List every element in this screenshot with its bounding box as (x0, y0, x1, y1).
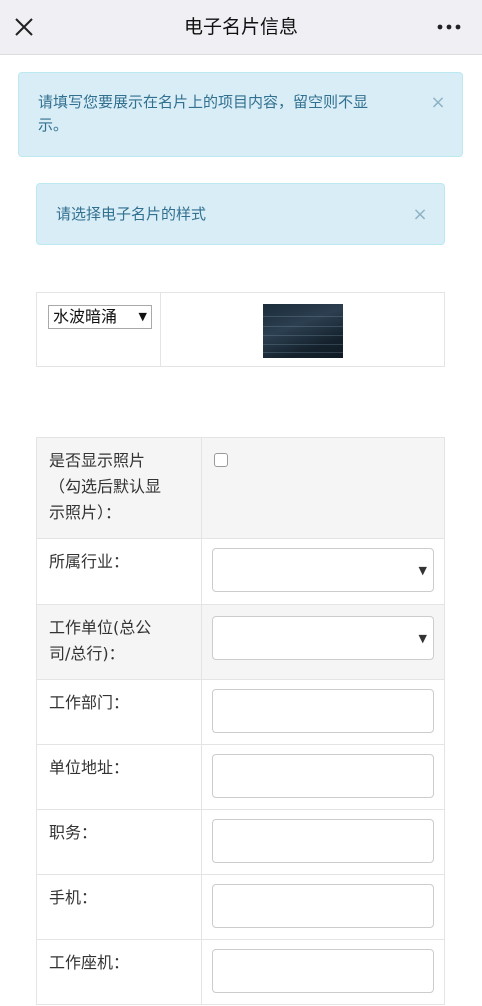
industry-select[interactable]: ▼ (212, 548, 434, 592)
card-info-form: 是否显示照片 （勾选后默认显 示照片）： 所属行业： ▼ 工作单位(总公 司/总… (36, 437, 445, 1005)
company-select[interactable]: ▼ (212, 616, 434, 660)
field-label: 工作部门： (36, 679, 202, 745)
alert-close-icon[interactable]: × (430, 94, 446, 112)
form-row-address: 单位地址： (36, 744, 445, 810)
field-label: 所属行业： (36, 538, 202, 605)
style-preview-image (262, 304, 343, 358)
address-input[interactable] (212, 754, 434, 798)
info-alert-fill-items: 请填写您要展示在名片上的项目内容，留空则不显 示。 × (18, 72, 463, 157)
field-label: 是否显示照片 （勾选后默认显 示照片）： (36, 437, 202, 539)
form-row-mobile: 手机： (36, 874, 445, 940)
mobile-input[interactable] (212, 884, 434, 928)
field-label: 单位地址： (36, 744, 202, 810)
form-row-department: 工作部门： (36, 679, 445, 745)
alert-message: 请填写您要展示在名片上的项目内容，留空则不显 示。 (38, 93, 369, 134)
style-select[interactable]: 水波暗涌 ▼ (48, 305, 152, 329)
form-row-industry: 所属行业： ▼ (36, 538, 445, 605)
dropdown-arrow-icon: ▼ (418, 632, 427, 645)
position-input[interactable] (212, 819, 434, 863)
field-label: 工作座机： (36, 939, 202, 1005)
field-label: 手机： (36, 874, 202, 940)
ellipsis-icon[interactable] (434, 13, 464, 41)
office-phone-input[interactable] (212, 949, 434, 993)
form-row-company: 工作单位(总公 司/总行)： ▼ (36, 604, 445, 680)
style-picker-table: 水波暗涌 ▼ (36, 292, 445, 367)
form-row-office-phone: 工作座机： (36, 939, 445, 1005)
info-alert-choose-style: 请选择电子名片的样式 × (36, 183, 445, 245)
dropdown-arrow-icon: ▼ (418, 564, 427, 577)
show-photo-checkbox[interactable] (214, 453, 228, 467)
field-label: 工作单位(总公 司/总行)： (36, 604, 202, 680)
dropdown-arrow-icon: ▼ (138, 310, 147, 323)
field-label: 职务： (36, 809, 202, 875)
department-input[interactable] (212, 689, 434, 733)
alert-close-icon[interactable]: × (412, 206, 428, 224)
form-row-position: 职务： (36, 809, 445, 875)
page-title: 电子名片信息 (183, 16, 298, 38)
alert-message: 请选择电子名片的样式 (56, 205, 207, 223)
form-row-show-photo: 是否显示照片 （勾选后默认显 示照片）： (36, 437, 445, 539)
nav-bar: 电子名片信息 (0, 0, 482, 55)
